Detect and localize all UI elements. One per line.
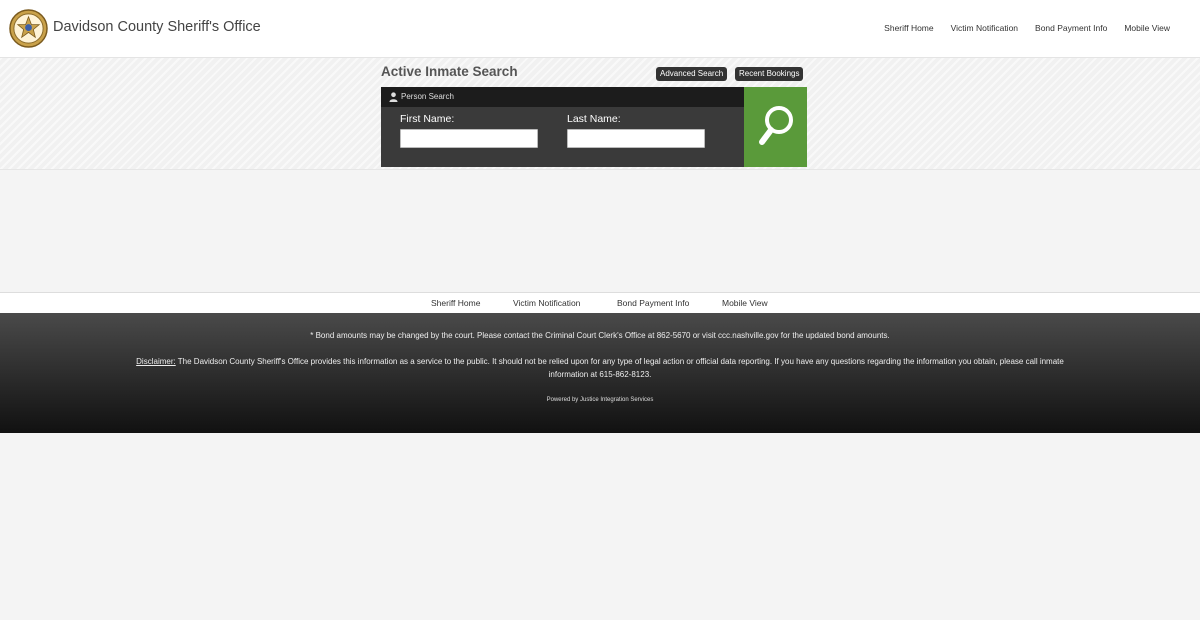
panel-header-label: Person Search bbox=[401, 92, 454, 101]
disclaimer-text: The Davidson County Sheriff's Office pro… bbox=[175, 357, 1064, 379]
page-title: Active Inmate Search bbox=[381, 64, 518, 79]
panel-header: Person Search bbox=[381, 87, 744, 107]
site-footer: * Bond amounts may be changed by the cou… bbox=[0, 313, 1200, 433]
person-icon bbox=[389, 92, 398, 102]
page-background bbox=[0, 433, 1200, 620]
site-header: Davidson County Sheriff's Office Sheriff… bbox=[0, 0, 1200, 58]
advanced-search-button[interactable]: Advanced Search bbox=[656, 67, 728, 81]
last-name-label: Last Name: bbox=[567, 113, 621, 125]
nav-victim-notification[interactable]: Victim Notification bbox=[951, 23, 1018, 33]
disclaimer-label: Disclaimer: bbox=[136, 357, 176, 366]
footer-nav-victim-notification[interactable]: Victim Notification bbox=[513, 298, 580, 308]
footer-nav-bond-payment-info[interactable]: Bond Payment Info bbox=[617, 298, 689, 308]
sheriff-badge-icon[interactable] bbox=[9, 9, 48, 48]
bond-note: * Bond amounts may be changed by the cou… bbox=[310, 331, 890, 340]
recent-bookings-button[interactable]: Recent Bookings bbox=[735, 67, 804, 81]
footer-nav-mobile-view[interactable]: Mobile View bbox=[722, 298, 768, 308]
footer-nav-sheriff-home[interactable]: Sheriff Home bbox=[431, 298, 480, 308]
last-name-input[interactable] bbox=[567, 129, 705, 148]
nav-bond-payment-info[interactable]: Bond Payment Info bbox=[1035, 23, 1107, 33]
nav-sheriff-home[interactable]: Sheriff Home bbox=[884, 23, 933, 33]
powered-by: Powered by Justice Integration Services bbox=[546, 397, 654, 403]
bottom-nav: Sheriff Home Victim Notification Bond Pa… bbox=[0, 292, 1200, 313]
disclaimer: Disclaimer: The Davidson County Sheriff'… bbox=[120, 356, 1080, 381]
first-name-label: First Name: bbox=[400, 113, 455, 125]
search-button[interactable] bbox=[744, 87, 807, 167]
site-title[interactable]: Davidson County Sheriff's Office bbox=[53, 19, 261, 35]
top-nav: Sheriff Home Victim Notification Bond Pa… bbox=[884, 23, 1170, 33]
magnifier-icon bbox=[759, 106, 793, 145]
first-name-input[interactable] bbox=[400, 129, 538, 148]
nav-mobile-view[interactable]: Mobile View bbox=[1124, 23, 1170, 33]
search-panel: Person Search First Name: Last Name: bbox=[381, 87, 807, 167]
